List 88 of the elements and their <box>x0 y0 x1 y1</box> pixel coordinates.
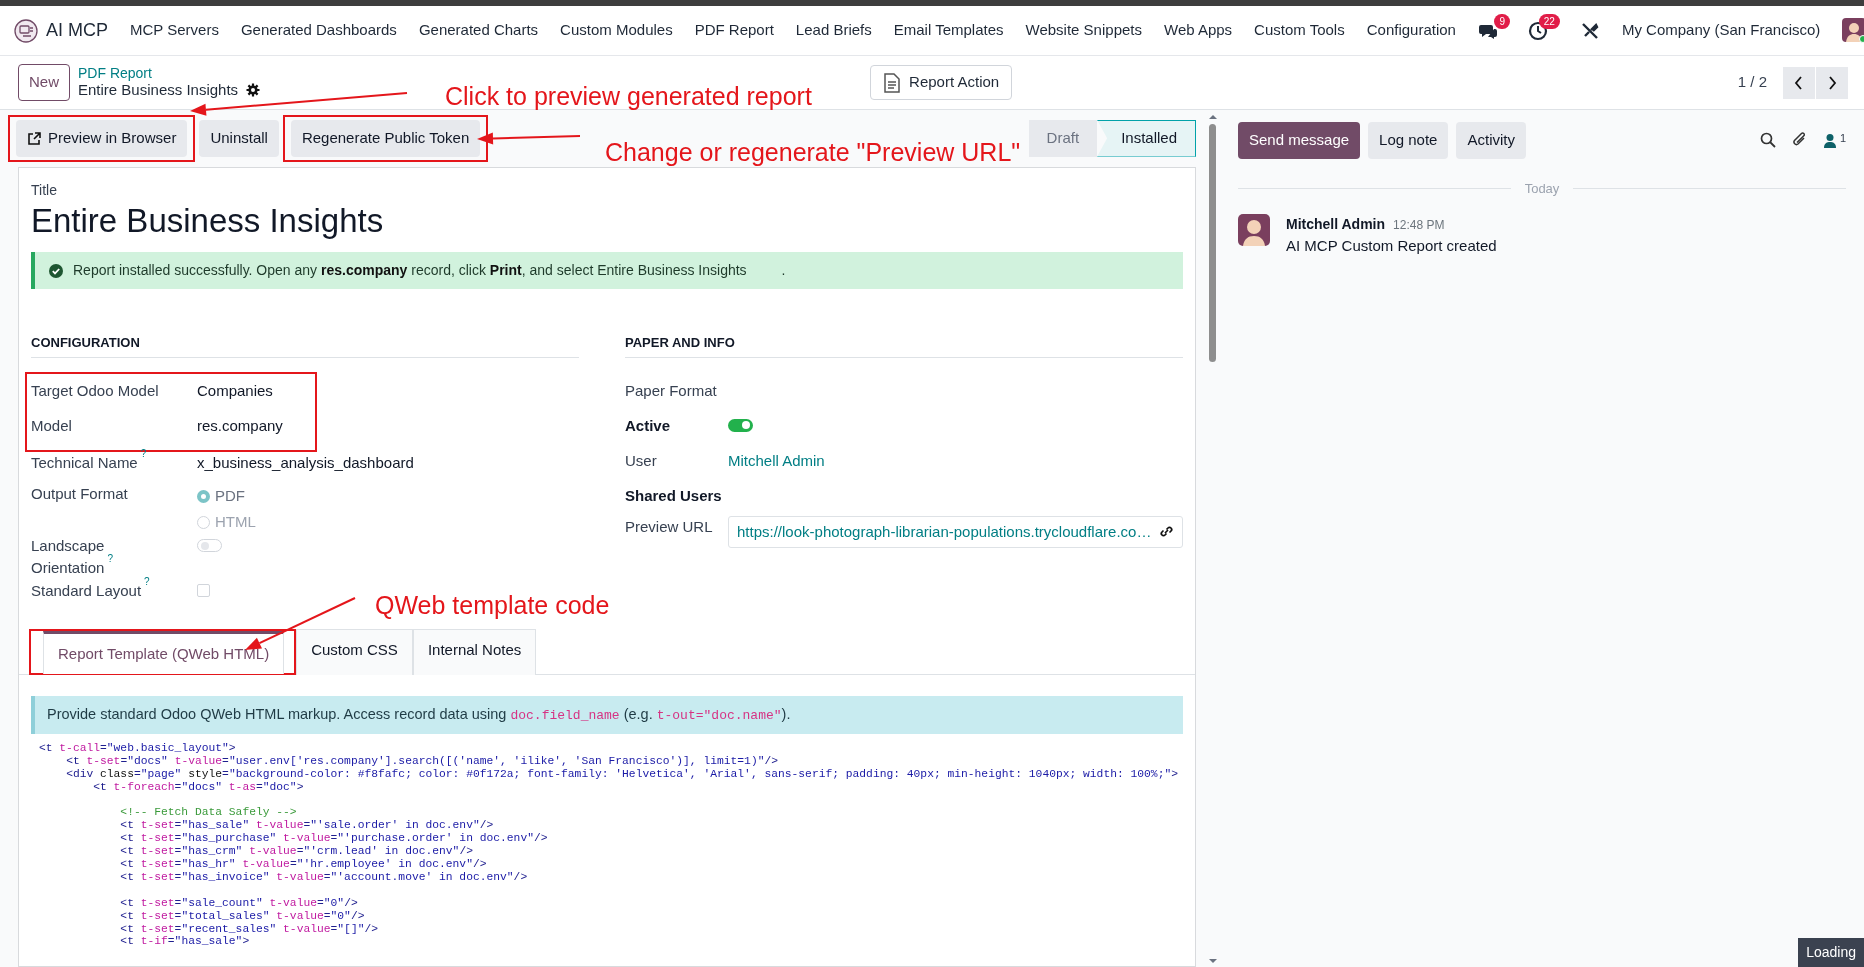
field-label: Standard Layout <box>31 581 142 599</box>
field-value: res.company <box>197 416 283 434</box>
header-button[interactable]: Regenerate Public Token <box>290 120 481 157</box>
status-step[interactable]: Installed <box>1097 120 1196 157</box>
tab[interactable]: Internal Notes <box>412 628 537 676</box>
section-heading: CONFIGURATION <box>31 333 579 358</box>
radio-label: PDF <box>215 486 245 504</box>
toggle-switch[interactable] <box>197 538 222 552</box>
field-label: User <box>625 451 657 469</box>
scrollbar-thumb[interactable] <box>1209 124 1216 362</box>
menu-item[interactable]: Custom Tools <box>1254 19 1345 42</box>
field-label: Active <box>625 416 671 434</box>
breadcrumb-link[interactable]: PDF Report <box>78 66 261 81</box>
loading-indicator: Loading <box>1798 938 1864 967</box>
report-action-button[interactable]: Report Action <box>870 65 1013 100</box>
menu-item[interactable]: Custom Modules <box>560 19 673 42</box>
help-mark[interactable]: ? <box>107 553 113 565</box>
menu-item[interactable]: MCP Servers <box>130 19 219 42</box>
help-mark[interactable]: ? <box>140 447 147 459</box>
previous-button[interactable] <box>1783 66 1815 99</box>
menu-item[interactable]: Configuration <box>1366 19 1456 42</box>
toggle-switch[interactable] <box>728 418 753 432</box>
field-value: x_business_analysis_dashboard <box>197 453 414 471</box>
radio-button[interactable] <box>197 489 210 503</box>
user-avatar <box>1238 214 1270 246</box>
menu-item[interactable]: Lead Briefs <box>795 19 872 42</box>
menu-item[interactable]: PDF Report <box>694 19 774 42</box>
field-label: Technical Name <box>31 453 138 471</box>
check-circle-icon <box>49 263 63 278</box>
menu-item[interactable]: Website Snippets <box>1025 19 1142 42</box>
date-separator: Today <box>1524 179 1560 198</box>
message-author: Mitchell Admin <box>1286 215 1386 234</box>
user-link[interactable]: Mitchell Admin <box>728 451 825 469</box>
follower-count: 1 <box>1839 132 1846 144</box>
annotation-text: Click to preview generated report <box>445 81 812 112</box>
chatter-button[interactable]: Log note <box>1368 122 1449 159</box>
info-text: Provide standard Odoo QWeb HTML markup. Access record data using doc.field_name (e.g. t-out="doc.name"). <box>31 696 1183 734</box>
scroll-up-icon[interactable] <box>1208 114 1218 120</box>
annotation-text: Change or regenerate "Preview URL" <box>605 137 1021 168</box>
chatter-button[interactable]: Activity <box>1456 122 1526 159</box>
url-field[interactable]: https://look-photograph-librarian-populations.trycloudflare.co… <box>728 515 1184 549</box>
search-icon[interactable] <box>1759 132 1776 149</box>
field-label: Title <box>31 180 58 200</box>
tools-icon[interactable] <box>1579 20 1600 41</box>
field-value: Companies <box>197 381 273 399</box>
chatter-button[interactable]: Send message <box>1238 122 1361 159</box>
person-icon[interactable] <box>1823 132 1836 148</box>
new-button[interactable]: New <box>18 64 70 101</box>
gear-icon[interactable] <box>246 83 261 97</box>
radio-button[interactable] <box>197 515 210 529</box>
message-body: AI MCP Custom Report created <box>1286 236 1497 256</box>
record-name: Entire Business Insights <box>78 81 239 99</box>
field-label: Landscape Orientation <box>31 536 105 577</box>
menu-item[interactable]: Generated Dashboards <box>240 19 397 42</box>
help-mark[interactable]: ? <box>144 575 150 587</box>
tab[interactable]: Custom CSS <box>296 628 413 676</box>
pager-value: 1 / 2 <box>1737 72 1767 93</box>
field-label: Model <box>31 416 72 434</box>
external-link-icon <box>27 130 42 146</box>
count-badge: 22 <box>1538 13 1560 29</box>
radio-label: HTML <box>215 512 256 530</box>
company-switcher[interactable]: My Company (San Francisco) <box>1621 19 1821 42</box>
checkbox[interactable] <box>197 583 210 597</box>
section-heading: PAPER AND INFO <box>625 333 1183 358</box>
count-badge: 9 <box>1494 13 1510 29</box>
app-name[interactable]: AI MCP <box>46 17 108 44</box>
header-button[interactable]: Uninstall <box>199 120 279 157</box>
alert-text: Report installed successfully. Open any res.company record, click Print, and select Entire Business Insights . <box>73 261 786 281</box>
menu-item[interactable]: Web Apps <box>1164 19 1233 42</box>
menu-item[interactable]: Generated Charts <box>418 19 539 42</box>
message-time: 12:48 PM <box>1393 217 1445 234</box>
menu-item[interactable]: Email Templates <box>893 19 1004 42</box>
field-label: Shared Users <box>625 486 722 504</box>
field-label: Output Format <box>31 484 128 502</box>
document-icon <box>883 72 902 93</box>
status-step[interactable]: Draft <box>1028 120 1098 157</box>
field-label: Preview URL <box>625 517 713 535</box>
next-button[interactable] <box>1816 66 1848 99</box>
code-editor[interactable]: <t t-call="web.basic_layout"> <t t-set="docs" t-value="user.env['res.company'].search([('name', 'ilike', 'San Francisco')], limit=1)"/> <div class="page" style="background-color: #f8fafc; color: #0f172a; font-family: 'Helvetica', 'Arial', sans-serif; padding: 40px; min-height: 1040px; width: 100%;"> <t t-foreach="docs" t-as="doc"> <!-- Fetch Data Safely --> <t t-set="has_sale" t-value="'sale.order' in doc.env"/> <t t-set="has_purchase" t-value="'purchase.order' in doc.env"/> <t t-set="has_crm" t-value="'crm.lead' in doc.env"/> <t t-set="has_hr" t-value="'hr.employee' in doc.env"/> <t t-set="has_invoice" t-value="'account.move' in doc.env"/> <t t-set="sale_count" t-value="0"/> <t t-set="total_sales" t-value="0"/> <t t-set="recent_sales" t-value="[]"/> <t t-if="has_sale"> <box>39 741 1195 949</box>
tab[interactable]: Report Template (QWeb HTML) <box>43 630 285 675</box>
field-label: Paper Format <box>625 381 717 399</box>
header-button[interactable]: Preview in Browser <box>16 120 188 157</box>
field-label: Target Odoo Model <box>31 381 159 399</box>
scroll-down-icon[interactable] <box>1208 958 1218 964</box>
app-logo-icon[interactable] <box>14 18 38 43</box>
annotation-text: QWeb template code <box>375 590 610 621</box>
record-title: Entire Business Insights <box>31 200 385 241</box>
user-avatar[interactable] <box>1842 17 1864 44</box>
